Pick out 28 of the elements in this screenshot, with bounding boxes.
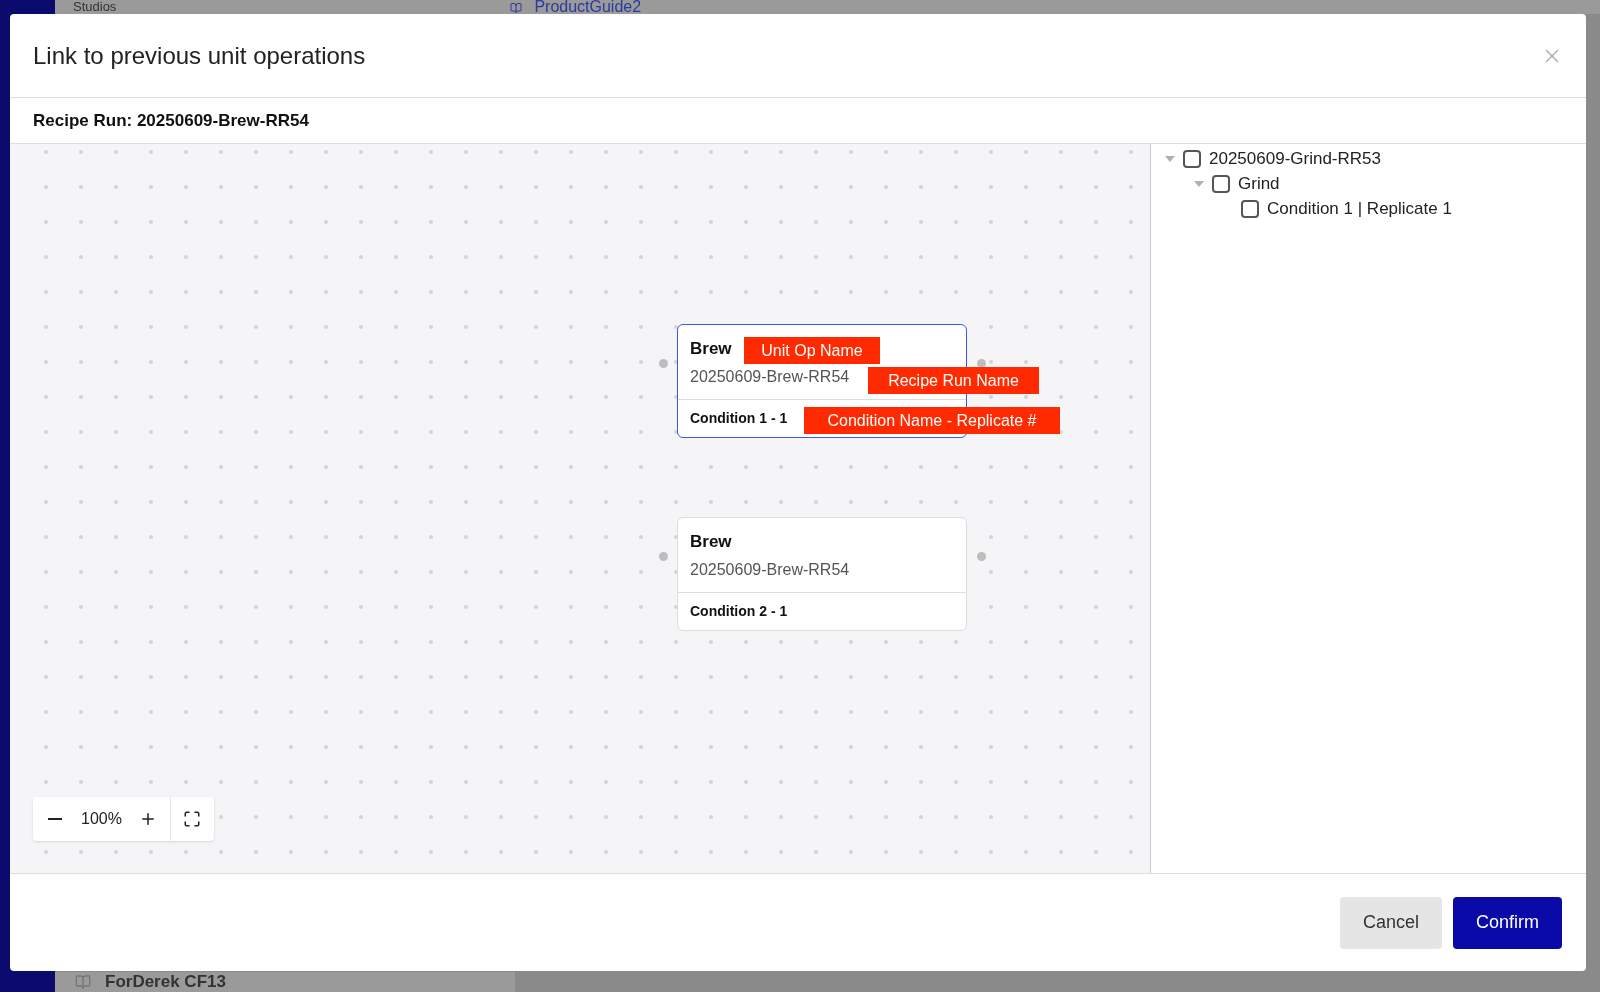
node-condition: Condition 2 - 1: [690, 602, 788, 621]
checkbox[interactable]: [1183, 149, 1201, 168]
caret-icon[interactable]: [1165, 154, 1175, 163]
tree-item-label[interactable]: Grind: [1238, 170, 1280, 197]
unit-operation-node[interactable]: Brew 20250609-Brew-RR54 Condition 2 - 1: [677, 517, 967, 631]
tree-item-label[interactable]: Condition 1 | Replicate 1: [1267, 195, 1452, 222]
node-title: Brew: [690, 338, 732, 360]
cancel-button[interactable]: Cancel: [1339, 896, 1442, 949]
node-title: Brew: [690, 531, 732, 553]
dialog-title: Link to previous unit operations: [33, 40, 366, 71]
list-item[interactable]: ForDerek CF13: [105, 969, 226, 992]
tree-item-label[interactable]: 20250609-Grind-RR53: [1209, 145, 1381, 172]
zoom-level: 100%: [80, 809, 123, 829]
node-recipe-run: 20250609-Brew-RR54: [690, 560, 850, 580]
recipe-run-label: Recipe Run: 20250609-Brew-RR54: [33, 109, 309, 132]
caret-icon[interactable]: [1194, 179, 1204, 188]
book-icon: [73, 974, 93, 990]
node-condition: Condition 1 - 1: [690, 409, 788, 428]
studios-tab[interactable]: Studios: [73, 0, 117, 14]
annotation-label: Recipe Run Name: [868, 367, 1039, 394]
annotation-label: Unit Op Name: [744, 337, 880, 364]
minus-icon: [48, 818, 62, 820]
annotation-label: Condition Name - Replicate #: [804, 407, 1060, 434]
checkbox[interactable]: [1241, 199, 1259, 218]
fullscreen-icon: [183, 810, 202, 828]
checkbox[interactable]: [1212, 174, 1230, 193]
node-recipe-run: 20250609-Brew-RR54: [690, 367, 850, 387]
confirm-button[interactable]: Confirm: [1453, 896, 1562, 949]
